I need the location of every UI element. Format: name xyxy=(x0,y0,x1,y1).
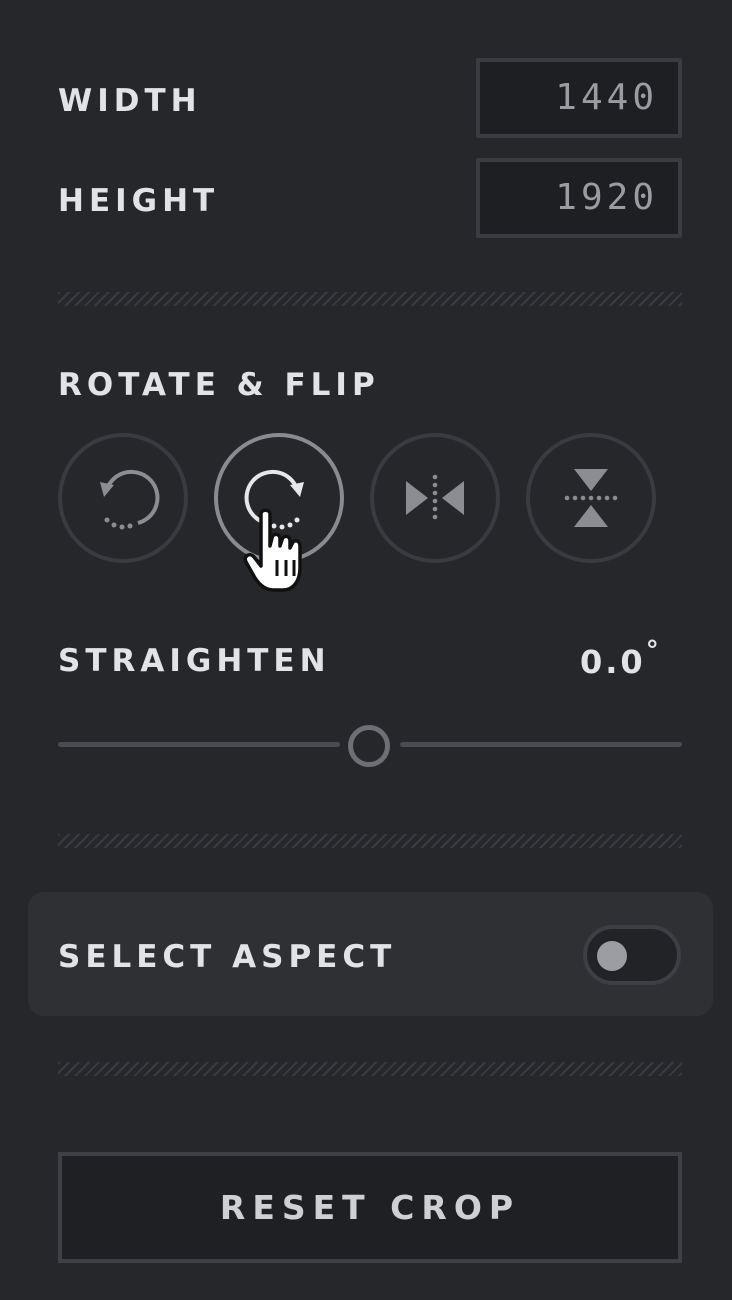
height-input[interactable]: 1920 xyxy=(476,158,682,238)
flip-horizontal-button[interactable] xyxy=(370,433,500,563)
flip-vertical-icon xyxy=(564,469,618,527)
toggle-knob xyxy=(597,941,627,971)
straighten-value-number: 0.0 xyxy=(580,643,646,681)
width-label: WIDTH xyxy=(58,83,202,119)
section-divider xyxy=(58,834,682,848)
flip-vertical-button[interactable] xyxy=(526,433,656,563)
hand-pointer-icon xyxy=(243,508,302,592)
section-divider xyxy=(58,1062,682,1076)
degree-symbol: ° xyxy=(645,636,659,666)
straighten-slider-track-right[interactable] xyxy=(400,742,682,747)
rotate-left-button[interactable] xyxy=(58,433,188,563)
width-input[interactable]: 1440 xyxy=(476,58,682,138)
reset-crop-button[interactable]: RESET CROP xyxy=(58,1152,682,1263)
flip-horizontal-icon xyxy=(406,474,464,520)
straighten-slider-thumb[interactable] xyxy=(348,725,390,767)
section-divider xyxy=(58,292,682,306)
select-aspect-toggle[interactable] xyxy=(583,925,681,985)
select-aspect-label: SELECT ASPECT xyxy=(58,939,397,975)
straighten-slider-track-left[interactable] xyxy=(58,742,340,747)
height-label: HEIGHT xyxy=(58,183,220,219)
rotate-left-icon xyxy=(100,469,160,530)
straighten-label: STRAIGHTEN xyxy=(58,643,331,679)
straighten-value: 0.0° xyxy=(580,638,659,681)
rotate-flip-heading: ROTATE & FLIP xyxy=(58,367,380,403)
